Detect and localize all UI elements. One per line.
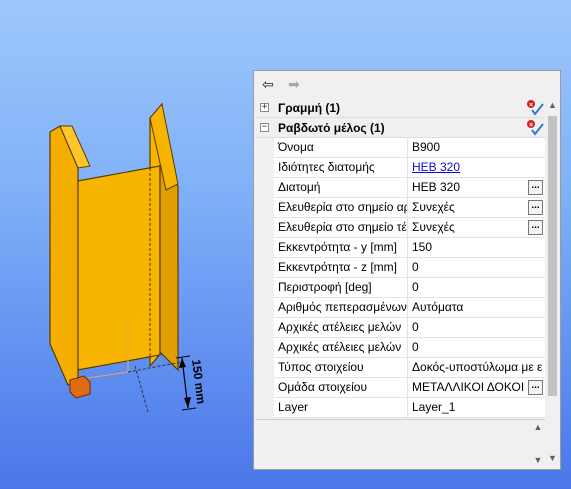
ellipsis-button[interactable]: ... [528, 200, 543, 215]
property-row-eccentricity-z[interactable]: Εκκεντρότητα - z [mm] 0 [274, 258, 545, 278]
property-key: Τύπος στοιχείου [274, 358, 408, 378]
property-row-imperfection-1[interactable]: Αρχικές ατέλειες μελών 0 [274, 318, 545, 338]
property-row-element-group[interactable]: Ομάδα στοιχείου ΜΕΤΑΛΛΙΚΟΙ ΔΟΚΟΙ ... [274, 378, 545, 398]
scroll-up-icon[interactable]: ▲ [531, 422, 545, 432]
property-value[interactable]: Δοκός-υποστύλωμα με ε [409, 358, 545, 378]
dimension-label: 150 mm [189, 359, 208, 405]
delete-confirm-icon[interactable]: × [526, 119, 544, 137]
category-row-line[interactable]: + Γραμμή (1) × [256, 98, 545, 118]
property-key: Όνομα [274, 138, 408, 158]
anchor-block [69, 375, 91, 399]
category-label: Γραμμή (1) [278, 101, 341, 115]
property-row-imperfection-2[interactable]: Αρχικές ατέλειες μελών 0 [274, 338, 545, 358]
ellipsis-button[interactable]: ... [528, 380, 543, 395]
property-key: Αρχικές ατέλειες μελών [274, 318, 408, 338]
property-value[interactable]: 0 [409, 318, 545, 338]
property-key: Περιστροφή [deg] [274, 278, 408, 298]
property-grid: + Γραμμή (1) × − Ραβδωτό μέλος (1) × Όνο… [256, 98, 545, 418]
property-value[interactable]: Συνεχές [409, 218, 545, 238]
property-value[interactable]: B900 [409, 138, 545, 158]
svg-text:×: × [529, 122, 533, 129]
property-value[interactable]: Αυτόματα [409, 298, 545, 318]
description-area: ▲ ▼ [256, 419, 545, 466]
scroll-down-icon[interactable]: ▼ [545, 451, 560, 466]
property-key: Αρχικές ατέλειες μελών [274, 338, 408, 358]
property-key: Ελευθερία στο σημείο αρ [274, 198, 408, 218]
property-row-name[interactable]: Όνομα B900 [274, 138, 545, 158]
property-key: Layer [274, 398, 408, 418]
property-value[interactable]: HEB 320 [409, 178, 545, 198]
navigation-bar: ⇦ ➡ [254, 71, 560, 97]
property-key: Ελευθερία στο σημείο τέ [274, 218, 408, 238]
column-right-flange [159, 164, 179, 372]
ellipsis-button[interactable]: ... [528, 220, 543, 235]
scrollbar-thumb[interactable] [548, 116, 557, 396]
delete-confirm-icon[interactable]: × [526, 99, 544, 117]
category-row-member[interactable]: − Ραβδωτό μέλος (1) × [256, 118, 545, 138]
property-row-section-props[interactable]: Ιδιότητες διατομής HEB 320 [274, 158, 545, 178]
property-value[interactable]: 0 [409, 338, 545, 358]
property-value[interactable]: 0 [409, 258, 545, 278]
column-web [71, 165, 161, 372]
category-label: Ραβδωτό μέλος (1) [278, 121, 385, 135]
property-row-section[interactable]: Διατομή HEB 320 ... [274, 178, 545, 198]
property-row-layer[interactable]: Layer Layer_1 [274, 398, 545, 418]
section-link[interactable]: HEB 320 [409, 158, 545, 178]
arrow-left-icon[interactable]: ⇦ [259, 75, 277, 93]
property-value[interactable]: Layer_1 [409, 398, 545, 418]
row-gutter [256, 138, 274, 418]
collapse-icon[interactable]: − [260, 123, 269, 132]
svg-text:×: × [529, 102, 533, 109]
property-row-eccentricity-y[interactable]: Εκκεντρότητα - y [mm] 150 [274, 238, 545, 258]
property-value[interactable]: ΜΕΤΑΛΛΙΚΟΙ ΔΟΚΟΙ [409, 378, 545, 398]
property-key: Ομάδα στοιχείου [274, 378, 408, 398]
property-key: Εκκεντρότητα - z [mm] [274, 258, 408, 278]
property-key: Εκκεντρότητα - y [mm] [274, 238, 408, 258]
property-value[interactable]: Συνεχές [409, 198, 545, 218]
expand-icon[interactable]: + [260, 103, 269, 112]
property-key: Διατομή [274, 178, 408, 198]
property-value[interactable]: 0 [409, 278, 545, 298]
property-row-element-type[interactable]: Τύπος στοιχείου Δοκός-υποστύλωμα με ε [274, 358, 545, 378]
scroll-up-icon[interactable]: ▲ [545, 98, 560, 113]
properties-panel: ⇦ ➡ + Γραμμή (1) × − Ραβδωτό μέλος (1) ×… [253, 70, 561, 470]
property-grid-scrollbar[interactable]: ▲ ▼ [545, 98, 560, 466]
description-scrollbar[interactable]: ▲ ▼ [531, 420, 545, 467]
property-key: Αριθμός πεπερασμένων [274, 298, 408, 318]
property-row-release-end[interactable]: Ελευθερία στο σημείο τέ Συνεχές ... [274, 218, 545, 238]
property-value[interactable]: 150 [409, 238, 545, 258]
property-row-release-start[interactable]: Ελευθερία στο σημείο αρ Συνεχές ... [274, 198, 545, 218]
column-left-flange [49, 125, 79, 386]
property-row-rotation[interactable]: Περιστροφή [deg] 0 [274, 278, 545, 298]
property-row-finite-elements[interactable]: Αριθμός πεπερασμένων Αυτόματα [274, 298, 545, 318]
property-key: Ιδιότητες διατομής [274, 158, 408, 178]
scroll-down-icon[interactable]: ▼ [531, 455, 545, 465]
ellipsis-button[interactable]: ... [528, 180, 543, 195]
arrow-right-icon[interactable]: ➡ [285, 75, 303, 93]
